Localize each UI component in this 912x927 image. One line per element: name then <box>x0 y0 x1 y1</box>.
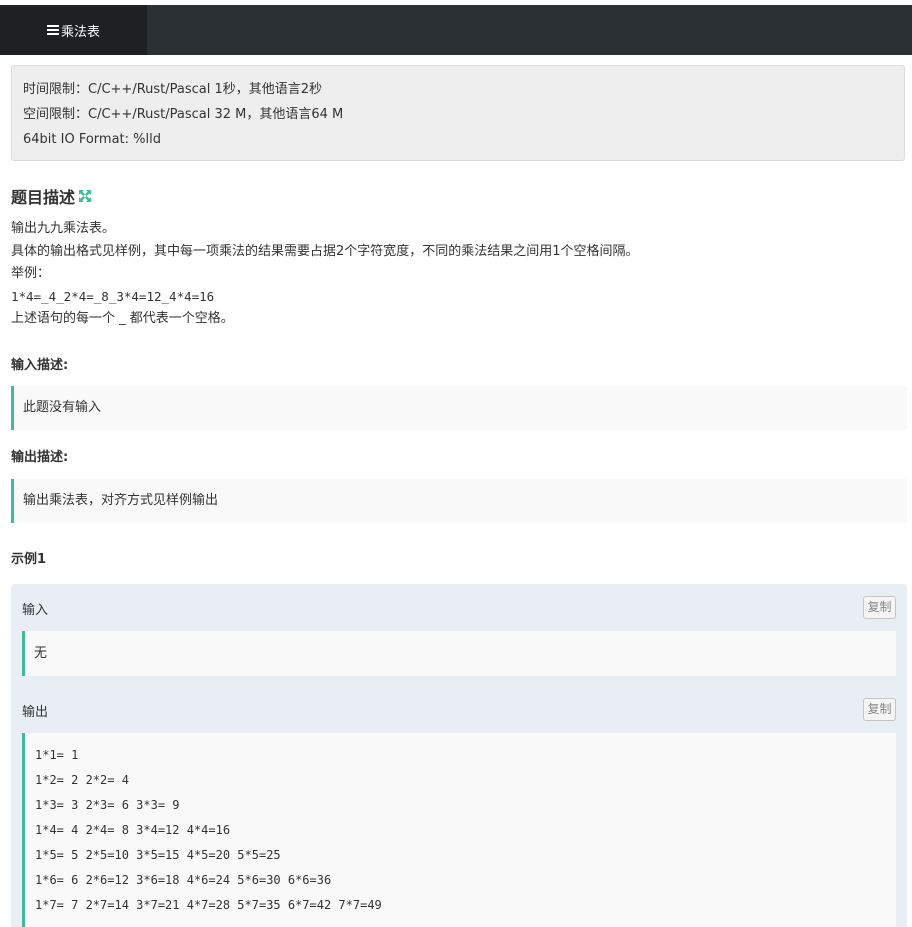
input-desc-box: 此题没有输入 <box>11 386 907 430</box>
description-title: 题目描述 <box>11 188 76 207</box>
description-line: 上述语句的每一个 _ 都代表一个空格。 <box>11 311 234 326</box>
output-row: 1*4= 4 2*4= 8 3*4=12 4*4=16 <box>35 823 231 837</box>
description-line: 输出九九乘法表。 <box>11 221 116 236</box>
output-row: 1*6= 6 2*6=12 3*6=18 4*6=24 5*6=30 6*6=3… <box>35 873 332 887</box>
description-line: 举例： <box>11 266 51 281</box>
description-example-line: 1*4=_4_2*4=_8_3*4=12_4*4=16 <box>11 288 215 304</box>
time-limit: 时间限制：C/C++/Rust/Pascal 1秒，其他语言2秒 <box>23 82 323 97</box>
output-row: 1*5= 5 2*5=10 3*5=15 4*5=20 5*5=25 <box>35 848 281 862</box>
top-navbar: 乘法表 <box>0 5 912 55</box>
example-output-label: 输出 <box>22 705 49 720</box>
output-row: 1*2= 2 2*2= 4 <box>35 773 129 787</box>
limits-panel: 时间限制：C/C++/Rust/Pascal 1秒，其他语言2秒 空间限制：C/… <box>11 65 905 161</box>
tab-label: 乘法表 <box>60 24 100 40</box>
copy-input-button[interactable]: 复制 <box>863 596 896 619</box>
example-input-box: 无 <box>22 631 896 676</box>
output-row: 1*7= 7 2*7=14 3*7=21 4*7=28 5*7=35 6*7=4… <box>35 898 382 912</box>
output-desc-title: 输出描述: <box>11 450 69 465</box>
space-limit: 空间限制：C/C++/Rust/Pascal 32 M，其他语言64 M <box>23 107 344 122</box>
tab-multiplication-table[interactable]: 乘法表 <box>0 5 147 55</box>
example-input-label: 输入 <box>22 603 49 618</box>
input-desc-title: 输入描述: <box>11 358 69 373</box>
example-title: 示例1 <box>11 552 47 567</box>
expand-icon[interactable] <box>79 190 92 202</box>
copy-output-button[interactable]: 复制 <box>863 698 896 721</box>
io-format: 64bit IO Format: %lld <box>23 132 161 147</box>
description-heading: 题目描述 <box>11 184 92 208</box>
description-line: 具体的输出格式见样例，其中每一项乘法的结果需要占据2个字符宽度，不同的乘法结果之… <box>11 243 639 259</box>
example-output-box: 1*1= 1 1*2= 2 2*2= 4 1*3= 3 2*3= 6 3*3= … <box>22 733 896 927</box>
example-panel: 输入 复制 无 输出 复制 1*1= 1 1*2= 2 2*2= 4 1*3= … <box>11 584 907 927</box>
list-icon <box>46 25 59 35</box>
output-row: 1*3= 3 2*3= 6 3*3= 9 <box>35 798 180 812</box>
output-row: 1*1= 1 <box>35 748 79 762</box>
output-desc-box: 输出乘法表，对齐方式见样例输出 <box>11 479 907 523</box>
description-body: 输出九九乘法表。 具体的输出格式见样例，其中每一项乘法的结果需要占据2个字符宽度… <box>11 218 901 331</box>
